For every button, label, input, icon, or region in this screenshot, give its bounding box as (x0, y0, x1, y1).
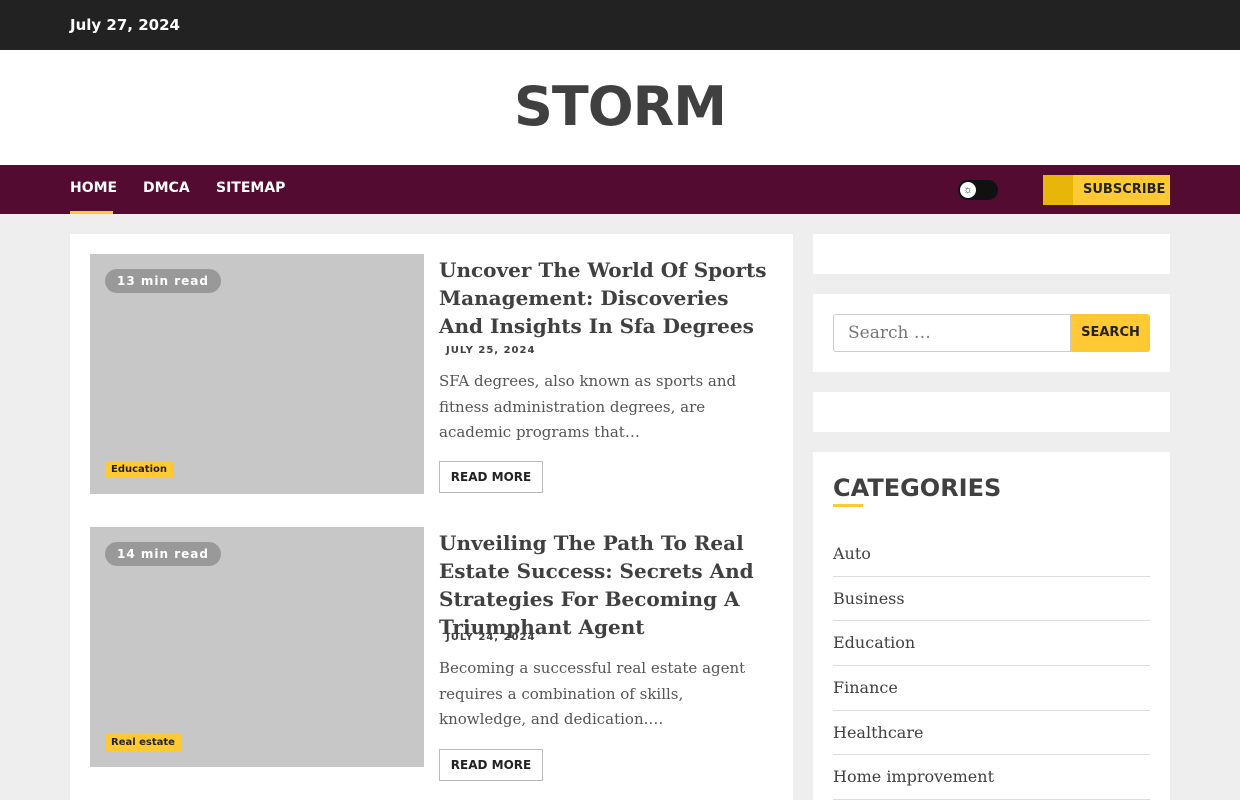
post-excerpt: SFA degrees, also known as sports and fi… (439, 372, 737, 441)
current-date: July 27, 2024 (70, 16, 180, 34)
post-thumbnail[interactable]: 14 min read Real estate (90, 527, 424, 767)
category-list: Auto Business Education Finance Healthca… (833, 532, 1150, 800)
post-date: JULY 24, 2024 (446, 632, 536, 643)
category-link-healthcare[interactable]: Healthcare (833, 711, 1150, 756)
search-input[interactable] (833, 314, 1071, 352)
post-title[interactable]: Unveiling The Path To Real Estate Succes… (439, 529, 773, 641)
title-underline (833, 504, 863, 507)
search-widget: SEARCH (813, 294, 1170, 372)
read-time-badge: 13 min read (105, 269, 221, 293)
categories-title: CATEGORIES (833, 474, 1002, 502)
empty-widget (813, 392, 1170, 432)
top-bar: July 27, 2024 (0, 0, 1240, 50)
category-link-education[interactable]: Education (833, 621, 1150, 667)
category-badge[interactable]: Education (105, 461, 173, 478)
category-link-business[interactable]: Business (833, 577, 1150, 622)
category-badge[interactable]: Real estate (105, 734, 181, 751)
categories-widget: CATEGORIES Auto Business Education Finan… (813, 452, 1170, 800)
post-excerpt: Becoming a successful real estate agent … (439, 659, 746, 728)
post-list: 13 min read Education Uncover The World … (70, 234, 793, 800)
post-thumbnail[interactable]: 13 min read Education (90, 254, 424, 494)
empty-widget (813, 234, 1170, 274)
category-link-home-improvement[interactable]: Home improvement (833, 755, 1150, 800)
masthead: STORM (0, 50, 1240, 165)
category-link-finance[interactable]: Finance (833, 666, 1150, 711)
subscribe-label: SUBSCRIBE (1083, 182, 1166, 197)
nav-item-sitemap[interactable]: SITEMAP (216, 180, 285, 196)
post-card: 13 min read Education Uncover The World … (90, 254, 773, 514)
post-card: 14 min read Real estate Unveiling The Pa… (90, 527, 773, 800)
read-more-button[interactable]: READ MORE (439, 749, 543, 781)
active-nav-indicator (70, 211, 113, 214)
post-title[interactable]: Uncover The World Of Sports Management: … (439, 256, 773, 340)
search-button[interactable]: SEARCH (1071, 314, 1150, 352)
nav-item-home[interactable]: HOME (70, 180, 117, 196)
dark-mode-toggle[interactable]: ☼ (958, 180, 998, 200)
sun-icon: ☼ (960, 182, 976, 198)
subscribe-icon (1043, 175, 1073, 205)
site-title[interactable]: STORM (0, 75, 1240, 138)
read-time-badge: 14 min read (105, 542, 221, 566)
post-date: JULY 25, 2024 (446, 345, 536, 356)
nav-item-dmca[interactable]: DMCA (143, 180, 190, 196)
read-more-button[interactable]: READ MORE (439, 461, 543, 493)
subscribe-button[interactable]: SUBSCRIBE (1043, 175, 1170, 205)
category-link-auto[interactable]: Auto (833, 532, 1150, 577)
